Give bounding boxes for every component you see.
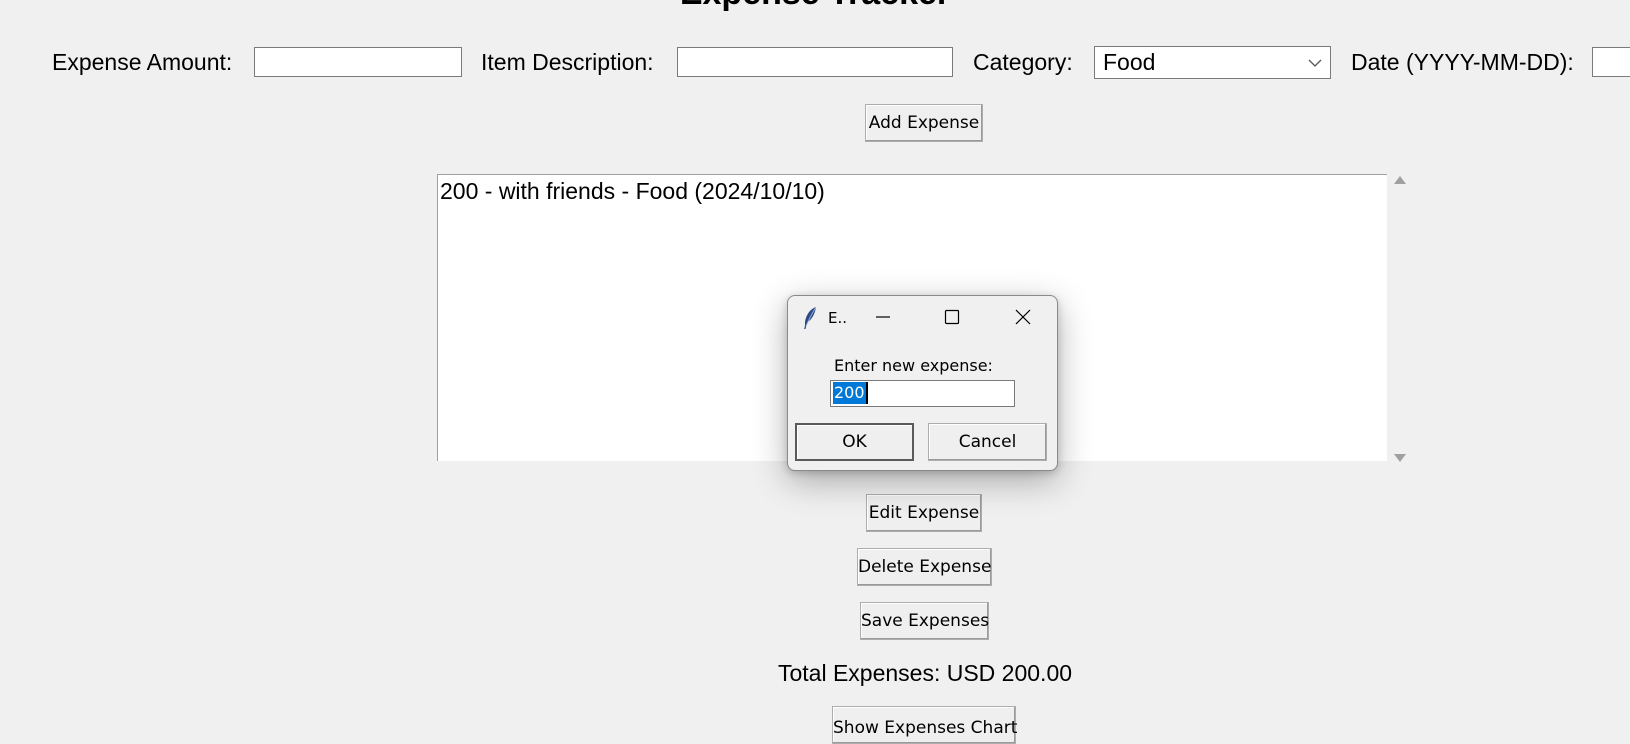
show-chart-button[interactable]: Show Expenses Chart <box>832 706 1017 744</box>
amount-input[interactable] <box>254 47 462 77</box>
dialog-prompt: Enter new expense: <box>834 356 993 375</box>
app-title: Expense Tracker <box>0 0 1630 13</box>
minimize-icon <box>876 316 890 318</box>
dialog-title: E.. <box>828 309 848 327</box>
category-label: Category: <box>973 49 1073 75</box>
date-label: Date (YYYY-MM-DD): <box>1351 49 1574 75</box>
scroll-down-arrow-icon[interactable] <box>1394 454 1406 462</box>
ok-button[interactable]: OK <box>795 423 914 461</box>
total-expenses-label: Total Expenses: USD 200.00 <box>777 660 1073 686</box>
new-expense-input-value: 200 <box>833 382 868 404</box>
minimize-button[interactable] <box>855 296 911 336</box>
chevron-down-icon <box>1308 59 1322 67</box>
add-expense-button[interactable]: Add Expense <box>865 104 983 142</box>
new-expense-input[interactable]: 200 <box>830 380 1015 407</box>
save-expenses-button[interactable]: Save Expenses <box>860 602 989 640</box>
tk-feather-icon <box>804 306 817 329</box>
edit-expense-button[interactable]: Edit Expense <box>866 494 982 532</box>
category-select[interactable]: Food <box>1094 46 1331 79</box>
maximize-button[interactable] <box>924 296 980 336</box>
listbox-scrollbar[interactable] <box>1387 170 1413 470</box>
delete-expense-button[interactable]: Delete Expense <box>857 548 992 586</box>
maximize-icon <box>944 309 960 325</box>
list-item[interactable]: 200 - with friends - Food (2024/10/10) <box>440 178 825 205</box>
cancel-button[interactable]: Cancel <box>928 423 1047 461</box>
description-input[interactable] <box>677 47 953 77</box>
close-button[interactable] <box>995 296 1051 336</box>
description-label: Item Description: <box>481 49 654 75</box>
date-input[interactable] <box>1592 47 1630 77</box>
category-select-value: Food <box>1103 49 1156 75</box>
dialog-titlebar[interactable]: E.. <box>788 296 1057 340</box>
edit-expense-dialog: E.. Enter new expense: 200 OK Cancel <box>787 295 1058 471</box>
amount-label: Expense Amount: <box>52 49 233 75</box>
scroll-up-arrow-icon[interactable] <box>1394 176 1406 184</box>
close-icon <box>1015 309 1031 325</box>
